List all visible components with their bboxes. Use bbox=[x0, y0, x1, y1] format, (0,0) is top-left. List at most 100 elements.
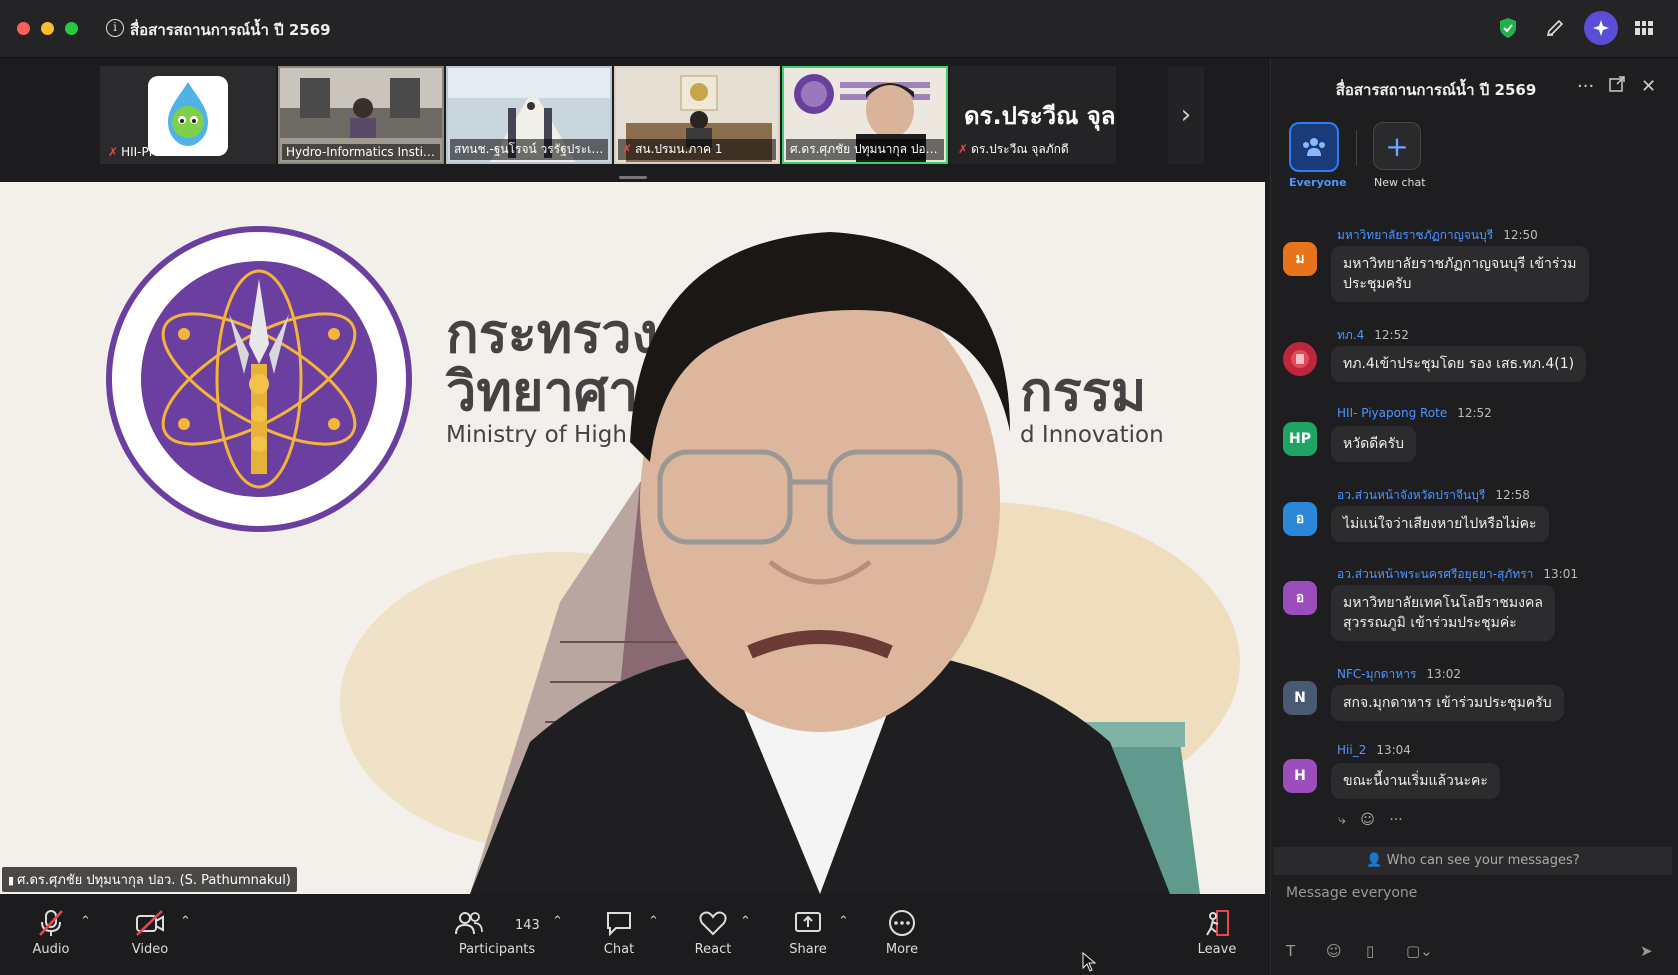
avatar: HP bbox=[1283, 422, 1317, 456]
muted-mic-icon: ✗ bbox=[622, 142, 633, 156]
participant-tile[interactable]: สทนช.-ฐนโรจน์ วรรัฐประเสริฐ bbox=[446, 66, 612, 164]
participants-count: 143 bbox=[515, 918, 540, 933]
strip-resize-handle[interactable] bbox=[619, 176, 647, 179]
speaker-person bbox=[470, 232, 1170, 894]
message-bubble[interactable]: หวัดดีครับ bbox=[1331, 426, 1417, 462]
share-screen-icon bbox=[795, 912, 821, 932]
avatar: ม bbox=[1283, 242, 1317, 276]
ministry-seal-logo bbox=[104, 224, 414, 534]
participant-name: สทนช.-ฐนโรจน์ วรรัฐประเสริฐ bbox=[450, 139, 608, 160]
message-sender: ทภ.4 12:52 bbox=[1337, 328, 1409, 342]
chat-options-caret[interactable]: ⌃ bbox=[648, 914, 659, 929]
message-bubble[interactable]: ทภ.4เข้าประชุมโดย รอง เสธ.ทภ.4(1) bbox=[1331, 346, 1587, 382]
security-shield-icon[interactable] bbox=[1494, 14, 1522, 42]
message-input[interactable]: Message everyone bbox=[1286, 885, 1417, 901]
close-chat-icon[interactable]: ✕ bbox=[1641, 76, 1656, 97]
audio-label: Audio bbox=[32, 942, 70, 957]
annotate-pencil-icon[interactable] bbox=[1541, 14, 1569, 42]
people-icon bbox=[455, 912, 483, 935]
file-icon[interactable]: ▯ bbox=[1366, 942, 1374, 960]
participant-name: ศ.ดร.ศุภชัย ปทุมนากุล ปอว.... bbox=[786, 139, 944, 160]
more-options-icon[interactable]: ··· bbox=[1577, 76, 1594, 97]
message-bubble[interactable]: ไม่แน่ใจว่าเสียงหายไปหรือไม่คะ bbox=[1331, 506, 1549, 542]
zoom-window: i สื่อสารสถานการณ์น้ำ ปี 2569 ✗ HII-PR Hy… bbox=[0, 0, 1678, 975]
message-bubble[interactable]: มหาวิทยาลัยเทคโนโลยีราชมงคล สุวรรณภูมิ เข… bbox=[1331, 585, 1555, 641]
participant-display-name: ดร.ประวีณ จุล... bbox=[964, 102, 1116, 130]
participant-name: Hydro-Informatics Institu... bbox=[282, 144, 440, 160]
close-window-button[interactable] bbox=[17, 22, 30, 35]
muted-mic-icon: ✗ bbox=[958, 142, 969, 156]
tab-everyone-label: Everyone bbox=[1289, 176, 1347, 189]
message-actions: ⤷ ☺ ··· bbox=[1338, 812, 1403, 828]
share-label: Share bbox=[789, 942, 827, 957]
message-sender: Hii_2 13:04 bbox=[1337, 743, 1411, 757]
title-bar: i สื่อสารสถานการณ์น้ำ ปี 2569 bbox=[0, 0, 1678, 58]
more-actions-icon[interactable]: ··· bbox=[1389, 812, 1402, 828]
participant-tile[interactable]: Hydro-Informatics Institu... bbox=[278, 66, 444, 164]
emoji-icon[interactable]: ☺ bbox=[1326, 942, 1342, 960]
chat-label: Chat bbox=[603, 942, 635, 957]
screenshot-icon[interactable]: ▢⌄ bbox=[1406, 942, 1433, 960]
participants-label: Participants bbox=[458, 942, 536, 957]
person-icon: 👤 bbox=[1366, 853, 1383, 868]
leave-door-icon bbox=[1206, 910, 1229, 936]
more-button[interactable]: More bbox=[857, 908, 947, 957]
muted-mic-icon: ✗ bbox=[108, 145, 119, 159]
tab-everyone[interactable] bbox=[1289, 122, 1339, 172]
more-label: More bbox=[885, 942, 919, 957]
minimize-window-button[interactable] bbox=[41, 22, 54, 35]
text-format-icon[interactable]: T bbox=[1286, 942, 1295, 960]
signal-bars-icon: ▮ bbox=[8, 874, 15, 887]
visibility-notice[interactable]: 👤 Who can see your messages? bbox=[1274, 847, 1672, 875]
next-page-button[interactable]: › bbox=[1168, 66, 1204, 164]
participant-tile-active-speaker[interactable]: ศ.ดร.ศุภชัย ปทุมนากุล ปอว.... bbox=[782, 66, 948, 164]
emoji-reaction-icon[interactable]: ☺ bbox=[1360, 812, 1375, 828]
avatar bbox=[1283, 342, 1317, 376]
mouse-cursor-icon bbox=[1082, 951, 1097, 975]
participant-tile[interactable]: ดร.ประวีณ จุล... ✗ดร.ประวีณ จุลภักดี bbox=[950, 66, 1116, 164]
video-label: Video bbox=[131, 942, 169, 957]
view-layout-icon[interactable] bbox=[1630, 14, 1658, 42]
tab-new-chat[interactable]: + bbox=[1373, 122, 1421, 170]
message-sender: NFC-มุกดาหาร 13:02 bbox=[1337, 667, 1461, 681]
tab-new-chat-label: New chat bbox=[1374, 176, 1426, 189]
chevron-right-icon: › bbox=[1180, 100, 1192, 130]
send-icon[interactable]: ➤ bbox=[1640, 942, 1653, 960]
participant-name: ✗ HII-PR bbox=[108, 145, 158, 159]
group-icon bbox=[1303, 138, 1325, 156]
react-label: React bbox=[694, 942, 732, 957]
participants-options-caret[interactable]: ⌃ bbox=[552, 914, 563, 929]
heart-icon bbox=[699, 911, 727, 936]
message-bubble[interactable]: ขณะนี้งานเริ่มแล้วนะคะ bbox=[1331, 763, 1500, 799]
participant-tile[interactable]: ✗ สน.ปรมน.ภาค 1 bbox=[614, 66, 780, 164]
message-bubble[interactable]: มหาวิทยาลัยราชภัฏกาญจนบุรี เข้าร่วม ประชุ… bbox=[1331, 246, 1589, 302]
participant-strip: ✗ HII-PR Hydro-Informatics Institu... สทน… bbox=[100, 66, 1204, 166]
react-options-caret[interactable]: ⌃ bbox=[740, 914, 751, 929]
chat-panel: สื่อสารสถานการณ์น้ำ ปี 2569 ··· ✕ + Ever… bbox=[1270, 58, 1678, 975]
unit-emblem-icon bbox=[1291, 350, 1309, 368]
maximize-window-button[interactable] bbox=[65, 22, 78, 35]
participant-name: ✗ สน.ปรมน.ภาค 1 bbox=[618, 139, 776, 160]
avatar: อ bbox=[1283, 502, 1317, 536]
message-sender: มหาวิทยาลัยราชภัฏกาญจนบุรี 12:50 bbox=[1337, 228, 1538, 242]
chat-title: สื่อสารสถานการณ์น้ำ ปี 2569 bbox=[1335, 81, 1537, 99]
microphone-muted-icon bbox=[39, 910, 63, 936]
message-sender: อว.ส่วนหน้าจังหวัดปราจีนบุรี 12:58 bbox=[1337, 488, 1530, 502]
message-bubble[interactable]: สกจ.มุกดาหาร เข้าร่วมประชุมครับ bbox=[1331, 685, 1564, 721]
message-toolbar: T ☺ ▯ ▢⌄ ➤ bbox=[1286, 942, 1666, 964]
leave-button[interactable]: Leave bbox=[1172, 908, 1262, 957]
avatar: N bbox=[1283, 681, 1317, 715]
speaker-name-label: ▮ ศ.ดร.ศุภชัย ปทุมนากุล ปอว. (S. Pathumna… bbox=[2, 867, 297, 892]
reply-icon[interactable]: ⤷ bbox=[1338, 812, 1346, 828]
participant-tile[interactable]: ✗ HII-PR bbox=[100, 66, 276, 164]
message-sender: HII- Piyapong Rote 12:52 bbox=[1337, 406, 1492, 420]
audio-options-caret[interactable]: ⌃ bbox=[80, 914, 91, 929]
video-options-caret[interactable]: ⌃ bbox=[180, 914, 191, 929]
info-icon[interactable]: i bbox=[106, 19, 124, 37]
camera-off-icon bbox=[136, 910, 164, 936]
popout-icon[interactable] bbox=[1609, 76, 1625, 97]
share-options-caret[interactable]: ⌃ bbox=[838, 914, 849, 929]
tab-divider bbox=[1356, 130, 1357, 166]
ai-companion-icon[interactable] bbox=[1584, 11, 1618, 45]
message-sender: อว.ส่วนหน้าพระนครศรีอยุธยา-สุภัทรา 13:01 bbox=[1337, 567, 1578, 581]
